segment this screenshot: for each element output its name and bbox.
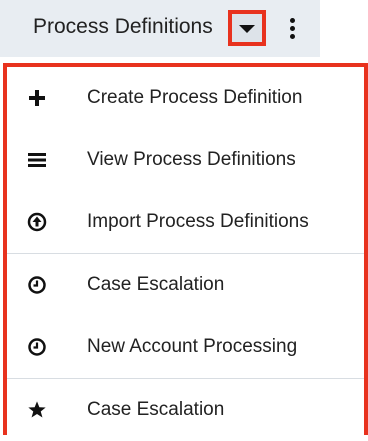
plus-icon <box>27 88 47 108</box>
menu-item-label: Case Escalation <box>87 274 225 295</box>
star-icon <box>27 400 47 420</box>
menu-item-import-process-definitions[interactable]: Import Process Definitions <box>7 191 364 253</box>
menu-item-label: Import Process Definitions <box>87 211 309 232</box>
menu-group-favorites: Case Escalation <box>7 379 364 441</box>
menu-item-label: View Process Definitions <box>87 149 296 170</box>
menu-item-case-escalation-recent[interactable]: Case Escalation <box>7 254 364 316</box>
menu-item-create-process-definition[interactable]: Create Process Definition <box>7 67 364 129</box>
menu-group-actions: Create Process Definition View Process D… <box>7 67 364 254</box>
dropdown-toggle-button[interactable] <box>228 10 266 46</box>
vertical-ellipsis-icon[interactable] <box>290 18 296 40</box>
dropdown-menu: Create Process Definition View Process D… <box>3 63 368 435</box>
menu-group-recent: Case Escalation New Account Processing <box>7 254 364 379</box>
menu-item-view-process-definitions[interactable]: View Process Definitions <box>7 129 364 191</box>
menu-item-new-account-processing[interactable]: New Account Processing <box>7 316 364 378</box>
clock-icon <box>27 337 47 357</box>
module-nav-bar: Process Definitions <box>0 0 320 57</box>
upload-circle-icon <box>27 212 47 232</box>
caret-down-icon <box>239 25 255 33</box>
list-icon <box>27 150 47 170</box>
module-title[interactable]: Process Definitions <box>33 15 213 39</box>
menu-item-label: Case Escalation <box>87 399 225 420</box>
clock-icon <box>27 275 47 295</box>
menu-item-label: New Account Processing <box>87 336 298 357</box>
menu-item-label: Create Process Definition <box>87 87 303 108</box>
menu-item-case-escalation-favorite[interactable]: Case Escalation <box>7 379 364 441</box>
